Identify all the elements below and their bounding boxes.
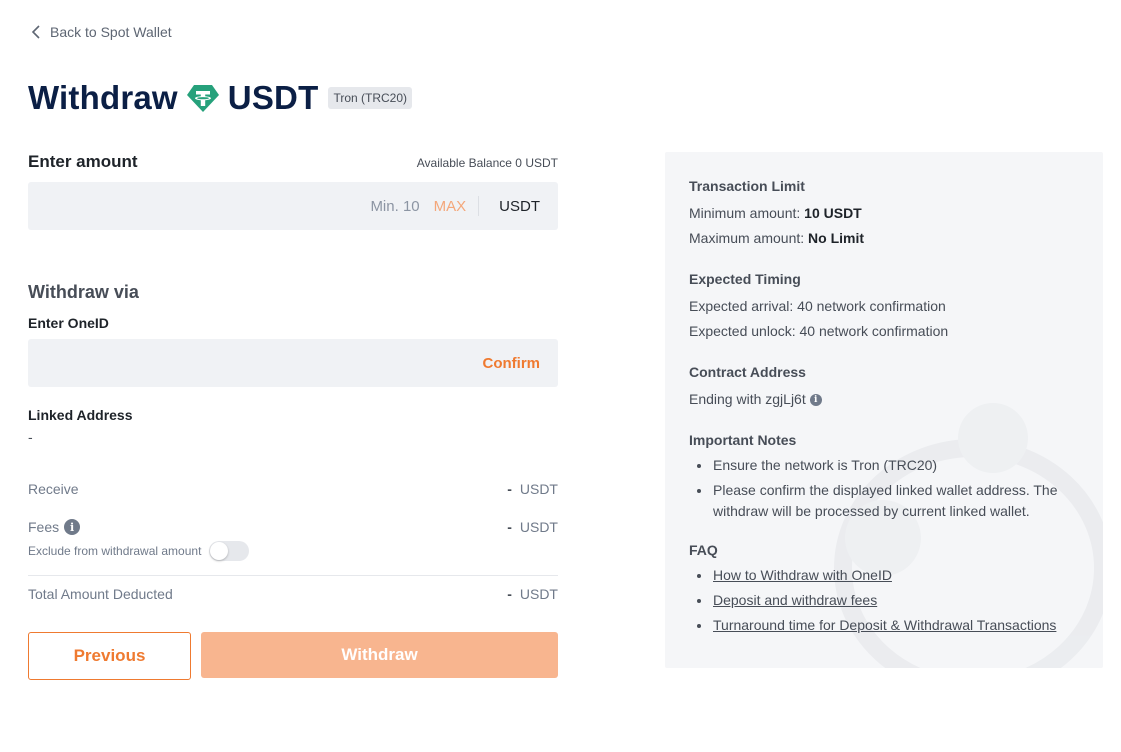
min-value: 10 USDT — [804, 205, 862, 221]
min-label: Minimum amount: — [689, 205, 801, 221]
confirm-oneid-button[interactable]: Confirm — [483, 355, 541, 372]
total-unit: USDT — [519, 586, 558, 602]
info-icon[interactable]: i — [64, 519, 81, 535]
chevron-left-icon — [31, 25, 40, 39]
available-balance-label: Available Balance — [416, 156, 512, 170]
withdraw-form: Enter amount Available Balance 0 USDT Mi… — [28, 152, 558, 680]
contract-address-value: Ending with zgjLj6t i — [689, 387, 1079, 412]
oneid-label: Enter OneID — [28, 315, 109, 331]
list-item: Please confirm the displayed linked wall… — [689, 480, 1079, 522]
max-button[interactable]: MAX — [434, 198, 467, 215]
withdraw-button[interactable]: Withdraw — [201, 632, 558, 678]
fees-title: Fees i — [28, 519, 249, 535]
transaction-limit-title: Transaction Limit — [689, 178, 805, 194]
page-title: Withdraw USDT Tron (TRC20) — [28, 78, 413, 118]
action-buttons: Previous Withdraw — [28, 632, 558, 680]
faq-link-withdraw-oneid[interactable]: How to Withdraw with OneID — [713, 567, 892, 583]
linked-address-label: Linked Address — [28, 407, 133, 423]
important-notes-title: Important Notes — [689, 432, 797, 448]
info-panel: Transaction Limit Minimum amount: 10 USD… — [665, 152, 1103, 668]
title-prefix: Withdraw — [28, 79, 178, 116]
transaction-limit-section: Transaction Limit Minimum amount: 10 USD… — [689, 178, 1079, 251]
minimum-amount: Minimum amount: 10 USDT — [689, 201, 1079, 226]
linked-address-value: - — [28, 429, 33, 445]
exclude-label: Exclude from withdrawal amount — [28, 544, 202, 558]
important-notes-section: Important Notes Ensure the network is Tr… — [689, 432, 1079, 522]
receive-amount: - USDT — [507, 481, 558, 497]
faq-list: How to Withdraw with OneID Deposit and w… — [689, 565, 1079, 636]
previous-button[interactable]: Previous — [28, 632, 191, 680]
contract-address-title: Contract Address — [689, 364, 806, 380]
fees-unit: USDT — [519, 519, 558, 535]
network-badge: Tron (TRC20) — [328, 87, 413, 109]
min-amount-hint: Min. 10 — [370, 197, 420, 215]
amount-field: Min. 10 MAX USDT — [28, 182, 558, 230]
fees-amount: - USDT — [507, 519, 558, 535]
tether-icon — [186, 85, 219, 112]
exclude-fees-toggle[interactable] — [209, 541, 250, 561]
withdraw-via-title: Withdraw via — [28, 282, 139, 302]
expected-timing-section: Expected Timing Expected arrival: 40 net… — [689, 271, 1079, 344]
total-row: Total Amount Deducted - USDT — [28, 586, 558, 602]
total-amount: - USDT — [507, 586, 558, 602]
faq-title: FAQ — [689, 542, 718, 558]
available-balance: Available Balance 0 USDT — [417, 156, 558, 170]
faq-link-turnaround[interactable]: Turnaround time for Deposit & Withdrawal… — [713, 617, 1056, 633]
faq-section: FAQ How to Withdraw with OneID Deposit a… — [689, 542, 1079, 636]
list-item: Deposit and withdraw fees — [689, 590, 1079, 611]
fees-label: Fees — [28, 519, 60, 535]
fees-row: Fees i Exclude from withdrawal amount -U… — [28, 519, 558, 561]
list-item: How to Withdraw with OneID — [689, 565, 1079, 586]
receive-unit: USDT — [519, 481, 558, 497]
available-balance-value: 0 — [515, 156, 522, 170]
receive-row: Receive - USDT — [28, 481, 558, 497]
total-label: Total Amount Deducted — [28, 586, 173, 602]
max-value: No Limit — [808, 230, 865, 246]
contract-address-section: Contract Address Ending with zgjLj6t i — [689, 364, 1079, 412]
total-value: - — [507, 586, 512, 602]
receive-value: - — [507, 481, 512, 497]
available-balance-unit: USDT — [525, 156, 558, 170]
summary-divider — [28, 575, 558, 576]
oneid-input[interactable] — [28, 339, 483, 387]
contract-address-text: Ending with zgjLj6t — [689, 391, 806, 407]
notes-list: Ensure the network is Tron (TRC20) Pleas… — [689, 455, 1079, 522]
enter-amount-label: Enter amount — [28, 152, 138, 171]
oneid-field: Confirm — [28, 339, 558, 387]
max-label: Maximum amount: — [689, 230, 805, 246]
fees-left: Fees i Exclude from withdrawal amount — [28, 519, 250, 561]
amount-unit: USDT — [499, 197, 540, 215]
list-item: Ensure the network is Tron (TRC20) — [689, 455, 1079, 476]
expected-timing-title: Expected Timing — [689, 271, 801, 287]
maximum-amount: Maximum amount: No Limit — [689, 226, 1079, 251]
receive-label: Receive — [28, 481, 79, 497]
title-coin: USDT — [227, 79, 319, 116]
list-item: Turnaround time for Deposit & Withdrawal… — [689, 615, 1079, 636]
expected-arrival: Expected arrival: 40 network confirmatio… — [689, 298, 946, 314]
faq-link-fees[interactable]: Deposit and withdraw fees — [713, 592, 877, 608]
back-to-spot-wallet-link[interactable]: Back to Spot Wallet — [30, 24, 172, 40]
contract-info-icon[interactable]: i — [809, 394, 822, 407]
back-link-label: Back to Spot Wallet — [50, 24, 172, 40]
amount-divider — [478, 196, 480, 216]
amount-header: Enter amount Available Balance 0 USDT — [28, 152, 558, 172]
amount-input[interactable] — [28, 182, 371, 230]
fees-value: - — [507, 519, 512, 535]
expected-unlock: Expected unlock: 40 network confirmation — [689, 323, 949, 339]
exclude-fees-option: Exclude from withdrawal amount — [28, 541, 250, 561]
